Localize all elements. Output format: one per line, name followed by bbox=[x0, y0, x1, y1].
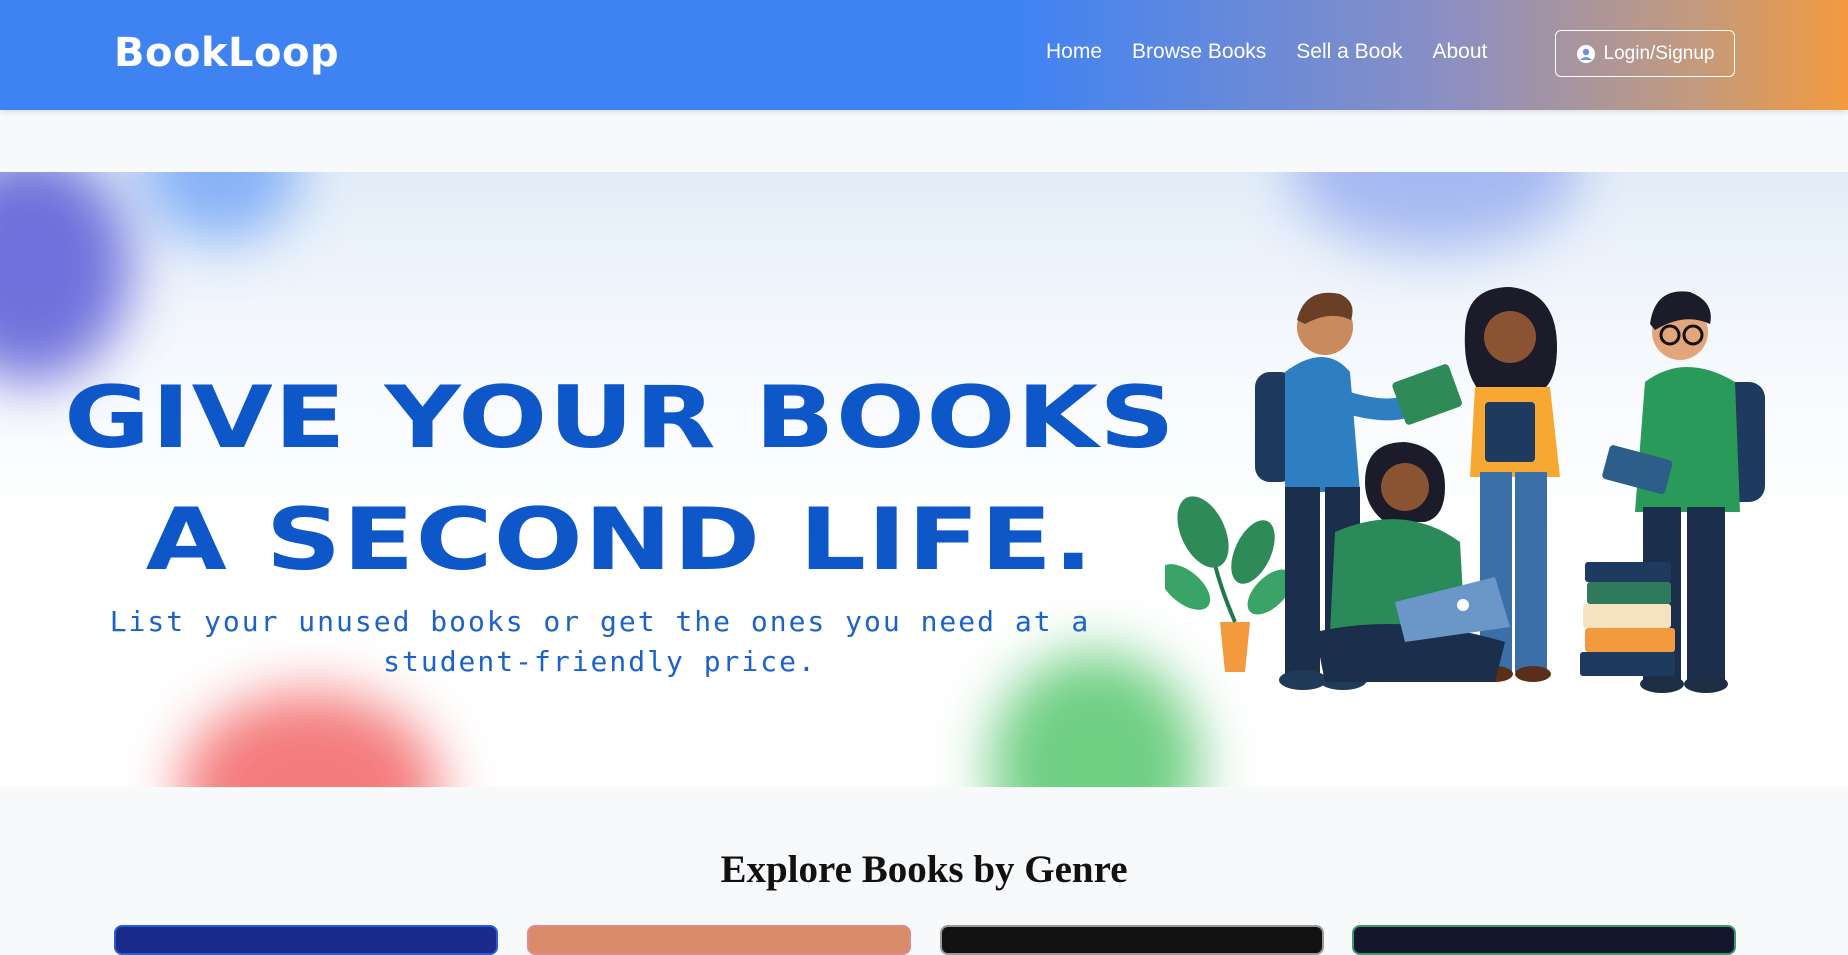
genre-card[interactable] bbox=[1352, 925, 1736, 955]
genre-card[interactable] bbox=[527, 925, 911, 955]
nav-link-sell-a-book[interactable]: Sell a Book bbox=[1296, 40, 1402, 64]
brand-logo[interactable]: BookLoop bbox=[114, 30, 339, 76]
nav-link-about[interactable]: About bbox=[1433, 40, 1488, 64]
nav-link-home[interactable]: Home bbox=[1046, 40, 1102, 64]
hero-title-line-1: GIVE YOUR BOOKS bbox=[63, 368, 1177, 468]
login-signup-button[interactable]: Login/Signup bbox=[1555, 30, 1735, 77]
hero-title: GIVE YOUR BOOKS A SECOND LIFE. bbox=[0, 357, 1303, 601]
stack-of-books-illustration bbox=[1580, 562, 1675, 676]
decorative-blob bbox=[180, 692, 440, 787]
main-nav: Home Browse Books Sell a Book About bbox=[1046, 40, 1487, 64]
hero-subtitle: List your unused books or get the ones y… bbox=[90, 602, 1110, 682]
potted-plant-illustration bbox=[1165, 496, 1293, 672]
decorative-blob bbox=[0, 172, 130, 382]
section-title-explore-genres: Explore Books by Genre bbox=[720, 848, 1128, 891]
students-with-books-illustration bbox=[1165, 287, 1765, 693]
hero-title-line-2: A SECOND LIFE. bbox=[145, 490, 1095, 590]
hero-subtitle-line-2: student-friendly price. bbox=[383, 645, 817, 678]
navbar: BookLoop Home Browse Books Sell a Book A… bbox=[0, 0, 1848, 110]
hero-subtitle-line-1: List your unused books or get the ones y… bbox=[109, 605, 1091, 638]
decorative-blob bbox=[140, 172, 300, 242]
user-circle-icon bbox=[1576, 44, 1595, 63]
genre-card[interactable] bbox=[940, 925, 1324, 955]
login-signup-label: Login/Signup bbox=[1603, 42, 1715, 64]
hero-banner: GIVE YOUR BOOKS A SECOND LIFE. List your… bbox=[0, 172, 1848, 787]
genre-card[interactable] bbox=[114, 925, 498, 955]
nav-link-browse-books[interactable]: Browse Books bbox=[1132, 40, 1266, 64]
